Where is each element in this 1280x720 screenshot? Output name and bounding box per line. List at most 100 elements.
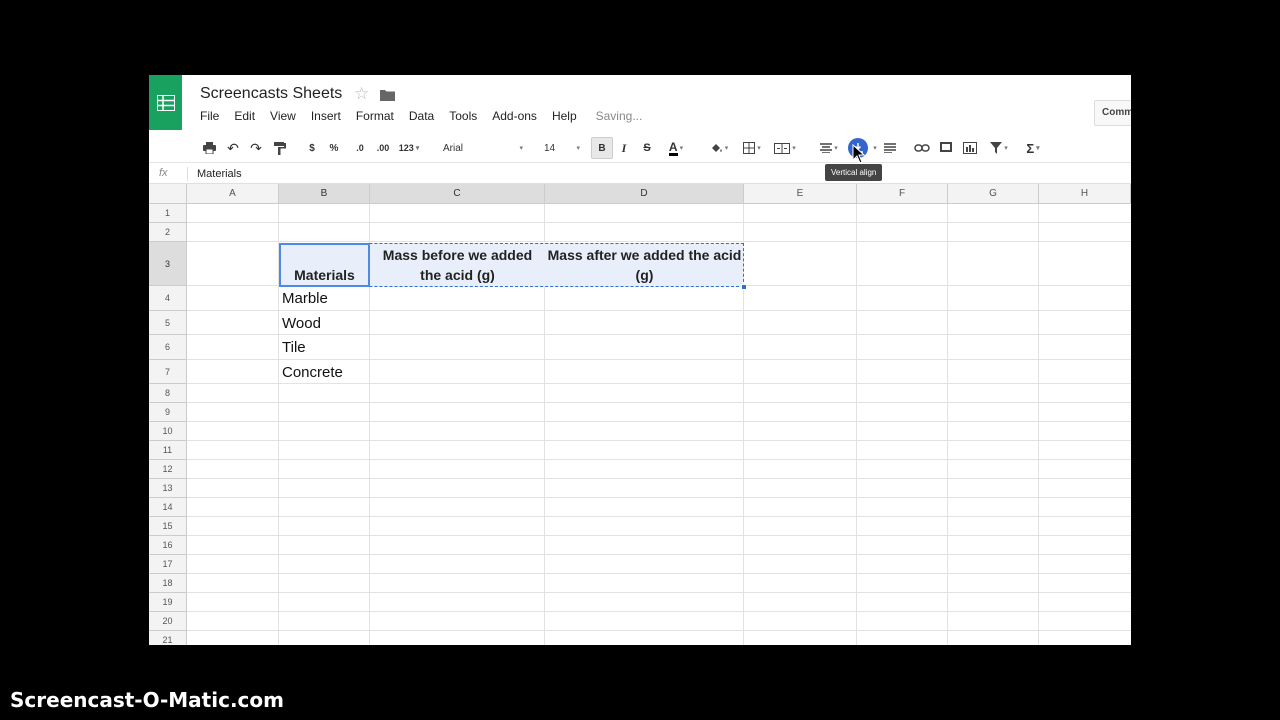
column-gridline — [856, 204, 857, 645]
row-header-21[interactable]: 21 — [149, 631, 187, 645]
column-header-h[interactable]: H — [1039, 184, 1131, 204]
formula-bar: fx Materials — [149, 164, 1131, 184]
menu-data[interactable]: Data — [409, 109, 434, 123]
menu-view[interactable]: View — [270, 109, 296, 123]
row-gridline — [187, 402, 1131, 403]
more-formats-label: 123 — [398, 143, 414, 153]
row-gridline — [187, 310, 1131, 311]
row-gridline — [187, 592, 1131, 593]
column-header-f[interactable]: F — [857, 184, 948, 204]
menu-format[interactable]: Format — [356, 109, 394, 123]
row-gridline — [187, 241, 1131, 242]
save-status: Saving... — [595, 109, 643, 123]
chart-icon — [963, 142, 977, 154]
row-gridline — [187, 497, 1131, 498]
fill-color-button[interactable]: ▾ — [705, 139, 733, 157]
document-title[interactable]: Screencasts Sheets — [200, 85, 342, 103]
column-header-c[interactable]: C — [370, 184, 545, 204]
row-header-12[interactable]: 12 — [149, 460, 187, 479]
insert-comment-button[interactable] — [938, 139, 954, 157]
row-header-16[interactable]: 16 — [149, 536, 187, 555]
row-header-18[interactable]: 18 — [149, 574, 187, 593]
bold-button[interactable]: B — [591, 137, 613, 159]
increase-decimals-button[interactable]: .00 — [373, 139, 393, 157]
text-color-button[interactable]: A ▾ — [662, 139, 690, 157]
row-header-9[interactable]: 9 — [149, 403, 187, 422]
paint-format-icon[interactable] — [272, 139, 288, 157]
insert-link-button[interactable] — [913, 139, 931, 157]
row-header-17[interactable]: 17 — [149, 555, 187, 574]
formula-input[interactable]: Materials — [197, 168, 242, 180]
row-header-13[interactable]: 13 — [149, 479, 187, 498]
comments-button[interactable]: Comm — [1094, 100, 1131, 126]
row-gridline — [187, 359, 1131, 360]
column-header-b[interactable]: B — [279, 184, 370, 204]
menu-edit[interactable]: Edit — [234, 109, 255, 123]
font-family-dropdown[interactable]: Arial ▾ — [443, 139, 523, 157]
redo-icon[interactable]: ↷ — [248, 139, 264, 157]
filter-button[interactable]: ▾ — [985, 139, 1013, 157]
chevron-down-icon: ▾ — [757, 145, 761, 152]
row-header-1[interactable]: 1 — [149, 204, 187, 223]
cell-grid[interactable]: A B C D E F G H 1 2 3 4 5 6 7 8 9 10 11 12 13 14 15 16 1… — [149, 184, 1131, 645]
cell-b7[interactable]: Concrete — [282, 364, 343, 381]
merge-cells-button[interactable]: ▾ — [769, 139, 801, 157]
menu-file[interactable]: File — [200, 109, 219, 123]
column-header-a[interactable]: A — [187, 184, 279, 204]
row-header-20[interactable]: 20 — [149, 612, 187, 631]
functions-button[interactable]: Σ ▾ — [1020, 139, 1046, 157]
borders-button[interactable]: ▾ — [738, 139, 766, 157]
row-header-7[interactable]: 7 — [149, 360, 187, 384]
row-header-8[interactable]: 8 — [149, 384, 187, 403]
menu-tools[interactable]: Tools — [449, 109, 477, 123]
chevron-down-icon: ▾ — [519, 145, 523, 152]
fill-handle[interactable] — [741, 284, 747, 290]
horizontal-align-button[interactable]: ▾ — [815, 139, 843, 157]
filter-icon — [990, 142, 1003, 154]
currency-format-button[interactable]: $ — [305, 139, 319, 157]
decrease-decimals-button[interactable]: .0 — [352, 139, 368, 157]
merge-cells-icon — [774, 142, 791, 154]
font-size-dropdown[interactable]: 14 ▾ — [544, 139, 580, 157]
star-icon[interactable]: ☆ — [354, 84, 369, 104]
row-header-19[interactable]: 19 — [149, 593, 187, 612]
row-header-4[interactable]: 4 — [149, 286, 187, 311]
row-header-11[interactable]: 11 — [149, 441, 187, 460]
row-gridline — [187, 334, 1131, 335]
row-gridline — [187, 516, 1131, 517]
row-header-10[interactable]: 10 — [149, 422, 187, 441]
strikethrough-button[interactable]: S — [640, 139, 654, 157]
insert-chart-button[interactable] — [961, 139, 979, 157]
menu-addons[interactable]: Add-ons — [492, 109, 537, 123]
row-header-3[interactable]: 3 — [149, 242, 187, 286]
text-wrap-button[interactable] — [882, 139, 898, 157]
cell-b4[interactable]: Marble — [282, 290, 328, 307]
italic-button[interactable]: I — [617, 139, 631, 157]
cell-b5[interactable]: Wood — [282, 315, 321, 332]
undo-icon[interactable]: ↶ — [225, 139, 241, 157]
menu-help[interactable]: Help — [552, 109, 577, 123]
menu-bar: File Edit View Insert Format Data Tools … — [200, 109, 657, 123]
row-header-6[interactable]: 6 — [149, 335, 187, 360]
sheets-logo[interactable] — [149, 75, 182, 130]
column-header-g[interactable]: G — [948, 184, 1039, 204]
column-header-e[interactable]: E — [744, 184, 857, 204]
print-icon[interactable] — [201, 139, 217, 157]
row-header-2[interactable]: 2 — [149, 223, 187, 242]
chevron-down-icon: ▾ — [724, 145, 729, 152]
menu-insert[interactable]: Insert — [311, 109, 341, 123]
vertical-align-dropdown[interactable]: ▾ — [869, 139, 879, 157]
column-header-d[interactable]: D — [545, 184, 744, 204]
more-formats-dropdown[interactable]: 123 ▾ — [395, 139, 423, 157]
percent-format-button[interactable]: % — [327, 139, 341, 157]
row-gridline — [187, 421, 1131, 422]
row-header-14[interactable]: 14 — [149, 498, 187, 517]
cell-b6[interactable]: Tile — [282, 339, 306, 356]
folder-icon[interactable] — [380, 88, 395, 106]
row-header-5[interactable]: 5 — [149, 311, 187, 335]
select-all-corner[interactable] — [149, 184, 187, 204]
fx-icon: fx — [159, 167, 168, 179]
chevron-down-icon: ▾ — [1036, 145, 1040, 152]
chevron-down-icon: ▾ — [834, 145, 838, 152]
row-header-15[interactable]: 15 — [149, 517, 187, 536]
